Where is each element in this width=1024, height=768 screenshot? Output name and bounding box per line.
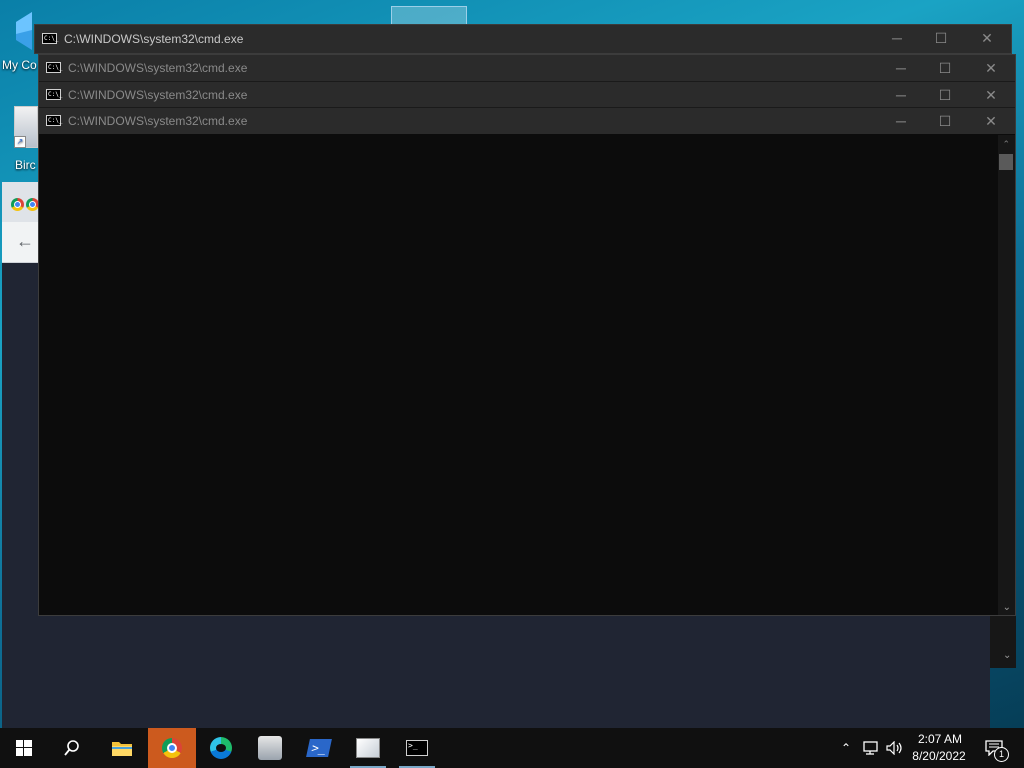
start-button[interactable] [0,728,48,768]
window-title: C:\WINDOWS\system32\cmd.exe [64,32,244,46]
chrome-button[interactable] [148,728,196,768]
powershell-icon: >_ [306,739,332,757]
edge-icon [210,737,232,759]
maximize-button[interactable]: ☐ [919,25,963,51]
minimize-button[interactable]: ─ [879,108,923,134]
action-center-button[interactable]: 1 [980,728,1009,768]
chrome-icon [162,738,182,758]
close-button[interactable]: ✕ [965,25,1009,51]
shortcut-arrow-icon: ↗ [14,136,26,148]
cmd-titlebar[interactable]: C:\WINDOWS\system32\cmd.exe ─ ☐ ✕ [39,107,1015,134]
cmd-icon [46,115,62,126]
minimize-button[interactable]: ─ [879,55,923,81]
desktop-icon-label: My Co [2,58,37,72]
maximize-button[interactable]: ☐ [923,108,967,134]
cmd-titlebar[interactable]: C:\WINDOWS\system32\cmd.exe ─ ☐ ✕ [35,25,1011,53]
speaker-icon [886,741,902,755]
cmd-taskbar-button[interactable]: >_ [393,728,441,768]
close-button[interactable]: ✕ [969,82,1013,108]
clock-date: 8/20/2022 [912,749,966,763]
cmd-titlebar[interactable]: C:\WINDOWS\system32\cmd.exe ─ ☐ ✕ [39,55,1015,81]
console-area[interactable]: ⌃ ⌄ [39,135,1015,615]
cmd-window-back[interactable]: C:\WINDOWS\system32\cmd.exe ─ ☐ ✕ [34,24,1012,54]
cmd-icon: >_ [406,740,428,756]
scrollbar-thumb[interactable] [999,154,1013,170]
windows-start-icon [16,740,32,756]
edge-button[interactable] [197,728,245,768]
minimize-button[interactable]: ─ [875,25,919,51]
scroll-up-arrow-icon[interactable]: ⌃ [1002,139,1010,150]
paint-button[interactable] [344,728,392,768]
paint-icon [356,738,380,758]
window-title: C:\WINDOWS\system32\cmd.exe [68,88,248,102]
notification-count-badge: 1 [994,747,1009,762]
maximize-button[interactable]: ☐ [923,55,967,81]
desktop-icon-shortcut[interactable]: ↗ Birc [0,104,40,174]
network-icon [863,741,878,755]
desktop-icon-label: Birc [15,158,36,172]
close-button[interactable]: ✕ [969,108,1013,134]
cmd-window[interactable]: C:\WINDOWS\system32\cmd.exe ─ ☐ ✕ C:\WIN… [38,54,1016,616]
file-explorer-button[interactable] [98,728,146,768]
scroll-down-arrow-icon[interactable]: ⌄ [1003,650,1011,661]
cmd-icon [46,62,62,73]
chrome-tab-icon[interactable] [11,198,24,211]
chevron-up-icon: ⌃ [840,741,852,755]
taskbar: >_ >_ ⌃ 2:07 AM 8/20/2022 1 [0,728,1024,768]
search-button[interactable] [48,728,96,768]
scroll-down-arrow-icon[interactable]: ⌄ [1003,602,1011,613]
folder-icon [112,742,132,756]
cmd-icon [46,89,62,100]
anime-app-button[interactable] [246,728,294,768]
clock-time: 2:07 AM [917,732,963,746]
search-icon [64,740,79,756]
network-button[interactable] [860,728,882,768]
cmd-icon [42,33,58,44]
cmd-titlebar[interactable]: C:\WINDOWS\system32\cmd.exe ─ ☐ ✕ [39,81,1015,108]
window-title: C:\WINDOWS\system32\cmd.exe [68,114,248,128]
minimize-button[interactable]: ─ [879,82,923,108]
back-arrow-icon[interactable]: ← [16,232,34,250]
show-hidden-icons-button[interactable]: ⌃ [836,728,856,768]
window-title: C:\WINDOWS\system32\cmd.exe [68,61,248,75]
close-button[interactable]: ✕ [969,55,1013,81]
character-icon [258,736,282,760]
volume-button[interactable] [884,728,906,768]
maximize-button[interactable]: ☐ [923,82,967,108]
console-scrollbar[interactable]: ⌃ ⌄ [998,135,1015,615]
powershell-button[interactable]: >_ [295,728,343,768]
